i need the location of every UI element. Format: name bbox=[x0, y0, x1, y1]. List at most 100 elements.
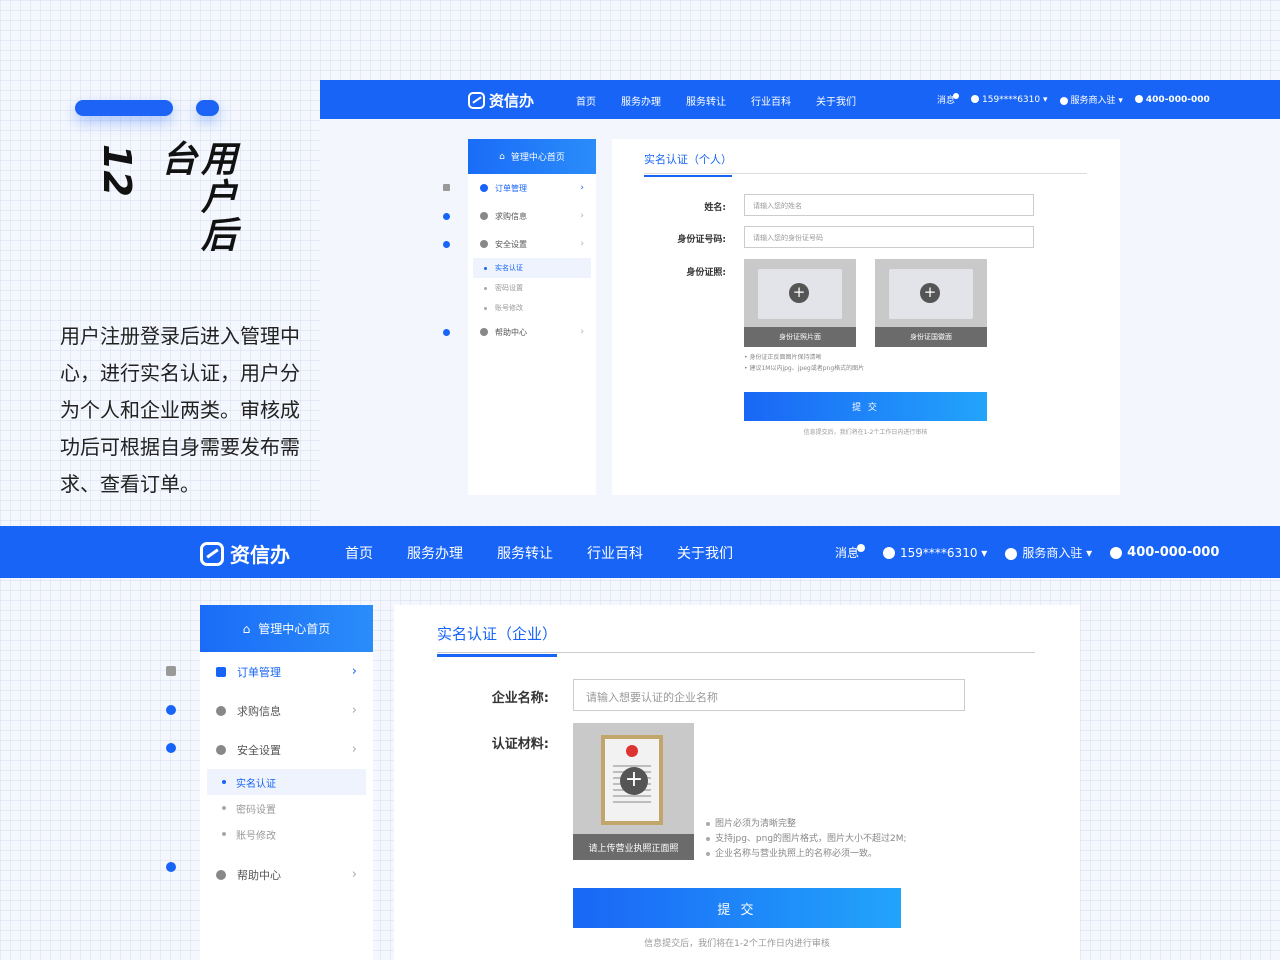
id-front-caption: 身份证照片面 bbox=[744, 327, 856, 347]
clipboard-icon bbox=[443, 184, 450, 191]
company-name-input[interactable]: 请输入想要认证的企业名称 bbox=[573, 679, 965, 711]
shield-icon bbox=[443, 241, 450, 248]
user-menu[interactable]: 159****6310 ▾ bbox=[883, 546, 987, 560]
tip-text: 支持jpg、png的图片格式，图片大小不超过2M; bbox=[715, 834, 907, 844]
messages-link[interactable]: 消息 bbox=[937, 93, 960, 106]
sidebar-sub-label: 密码设置 bbox=[236, 804, 276, 816]
menu-wiki[interactable]: 行业百科 bbox=[587, 543, 643, 563]
menu-service[interactable]: 服务办理 bbox=[621, 93, 661, 108]
chevron-right-icon: › bbox=[580, 327, 584, 337]
sidebar-item-orders[interactable]: 订单管理 › bbox=[200, 652, 373, 691]
sidebar-item-help[interactable]: 帮助中心 › bbox=[200, 855, 373, 894]
logo-icon bbox=[200, 541, 224, 566]
name-label: 姓名: bbox=[704, 203, 726, 213]
sidebar-sub-account[interactable]: 账号修改 bbox=[200, 821, 373, 847]
chevron-right-icon: › bbox=[351, 703, 357, 718]
menu-transfer[interactable]: 服务转让 bbox=[686, 93, 726, 108]
tip-text: 图片必须为清晰完整 bbox=[715, 819, 797, 829]
id-number-input[interactable]: 请输入您的身份证号码 bbox=[744, 226, 1034, 248]
hotline: 400-000-000 bbox=[1110, 545, 1219, 560]
intro-description: 用户注册登录后进入管理中心，进行实名认证，用户分为个人和企业两类。审核成功后可根… bbox=[60, 324, 300, 496]
brand-logo[interactable]: 资信办 bbox=[468, 90, 534, 111]
company-auth-card: 实名认证（企业） 企业名称: 请输入想要认证的企业名称 认证材料: + 请上传营… bbox=[394, 605, 1080, 960]
license-upload[interactable]: + 请上传营业执照正面照 bbox=[573, 723, 694, 860]
tip-item: 企业名称与营业执照上的名称必须一致。 bbox=[706, 847, 907, 862]
sidebar-home[interactable]: ⌂ 管理中心首页 bbox=[468, 139, 596, 174]
sidebar-home-label: 管理中心首页 bbox=[510, 153, 565, 163]
submit-button[interactable]: 提 交 bbox=[573, 888, 901, 928]
bullet bbox=[484, 266, 487, 270]
brand-logo[interactable]: 资信办 bbox=[200, 539, 290, 568]
store-icon bbox=[1005, 547, 1018, 560]
menu-about[interactable]: 关于我们 bbox=[677, 543, 733, 563]
sidebar-item-help[interactable]: 帮助中心 › bbox=[468, 318, 596, 346]
sidebar-sub-label: 实名认证 bbox=[495, 264, 523, 272]
chat-icon bbox=[480, 212, 488, 220]
shield-icon bbox=[166, 743, 176, 753]
review-note: 信息提交后，我们将在1-2个工作日内进行审核 bbox=[803, 429, 928, 436]
bullet bbox=[484, 306, 487, 310]
tip-item: 支持jpg、png的图片格式，图片大小不超过2M; bbox=[706, 832, 907, 847]
shield-icon bbox=[480, 240, 488, 248]
sidebar-sub-account[interactable]: 账号修改 bbox=[468, 298, 596, 318]
menu-service[interactable]: 服务办理 bbox=[407, 543, 463, 563]
help-icon bbox=[166, 862, 176, 872]
main-menu: 首页 服务办理 服务转让 行业百科 关于我们 bbox=[576, 93, 881, 108]
sidebar-sub-label: 实名认证 bbox=[236, 778, 276, 790]
clipboard-icon bbox=[480, 184, 488, 192]
sidebar-item-label: 帮助中心 bbox=[237, 868, 281, 882]
sidebar-sub-realname[interactable]: 实名认证 bbox=[207, 769, 366, 795]
name-input[interactable]: 请输入您的姓名 bbox=[744, 194, 1034, 216]
sidebar-home[interactable]: ⌂ 管理中心首页 bbox=[200, 605, 373, 652]
id-front-upload[interactable]: + 身份证照片面 bbox=[744, 259, 856, 347]
user-menu[interactable]: 159****6310 ▾ bbox=[971, 94, 1048, 105]
sidebar-item-orders[interactable]: 订单管理 › bbox=[468, 174, 596, 202]
messages-link[interactable]: 消息 bbox=[835, 544, 866, 561]
id-back-upload[interactable]: + 身份证国徽面 bbox=[875, 259, 987, 347]
menu-wiki[interactable]: 行业百科 bbox=[751, 93, 791, 108]
menu-home[interactable]: 首页 bbox=[576, 93, 596, 108]
menu-home[interactable]: 首页 bbox=[345, 543, 373, 563]
sidebar-sub-label: 账号修改 bbox=[236, 830, 276, 842]
menu-transfer[interactable]: 服务转让 bbox=[497, 543, 553, 563]
plus-icon: + bbox=[789, 283, 809, 303]
merchant-menu[interactable]: 服务商入驻 ▾ bbox=[1005, 544, 1092, 561]
section-number: 12 bbox=[95, 144, 139, 197]
chat-icon bbox=[166, 705, 176, 715]
user-phone: 159****6310 bbox=[982, 94, 1041, 105]
sidebar-item-label: 安全设置 bbox=[495, 239, 527, 249]
sidebar-item-purchase[interactable]: 求购信息 › bbox=[200, 691, 373, 730]
section-title: 12 用户后台 bbox=[85, 140, 236, 290]
bullet bbox=[222, 780, 226, 784]
bullet bbox=[222, 806, 226, 810]
top-nav-large: 资信办 首页 服务办理 服务转让 行业百科 关于我们 消息 159****631… bbox=[0, 526, 1280, 578]
upload-tips: • 身份证正反面图片保持清晰 • 建议1M以内jpg、jpeg或者png格式的图… bbox=[744, 352, 864, 374]
top-nav: 资信办 首页 服务办理 服务转让 行业百科 关于我们 消息 159****631… bbox=[320, 80, 1280, 119]
merchant-menu[interactable]: 服务商入驻 ▾ bbox=[1059, 93, 1123, 106]
tip-item: 图片必须为清晰完整 bbox=[706, 817, 907, 832]
chat-icon bbox=[216, 705, 226, 716]
plus-icon: + bbox=[620, 767, 648, 795]
home-icon: ⌂ bbox=[499, 151, 505, 162]
sidebar-home-label: 管理中心首页 bbox=[258, 622, 331, 636]
sidebar-item-security[interactable]: 安全设置 › bbox=[200, 730, 373, 769]
sidebar-item-security[interactable]: 安全设置 › bbox=[468, 230, 596, 258]
sidebar-sub-password[interactable]: 密码设置 bbox=[468, 278, 596, 298]
sidebar-item-purchase[interactable]: 求购信息 › bbox=[468, 202, 596, 230]
user-icon bbox=[883, 547, 896, 559]
menu-about[interactable]: 关于我们 bbox=[816, 93, 856, 108]
sidebar-sub-label: 密码设置 bbox=[495, 284, 523, 292]
sidebar-item-label: 求购信息 bbox=[237, 704, 281, 718]
material-label: 认证材料: bbox=[491, 737, 549, 752]
sidebar-sub-realname[interactable]: 实名认证 bbox=[473, 258, 591, 278]
messages-label: 消息 bbox=[937, 96, 956, 106]
sidebar-item-label: 安全设置 bbox=[237, 743, 281, 757]
messages-label: 消息 bbox=[835, 546, 860, 560]
home-icon: ⌂ bbox=[242, 621, 251, 636]
submit-button[interactable]: 提 交 bbox=[744, 392, 987, 421]
bullet bbox=[706, 851, 710, 856]
sidebar-sub-password[interactable]: 密码设置 bbox=[200, 795, 373, 821]
personal-auth-card: 实名认证（个人） 姓名: 请输入您的姓名 身份证号码: 请输入您的身份证号码 身… bbox=[612, 139, 1120, 495]
chevron-right-icon: › bbox=[351, 867, 357, 882]
hotline-number: 400-000-000 bbox=[1127, 545, 1220, 560]
